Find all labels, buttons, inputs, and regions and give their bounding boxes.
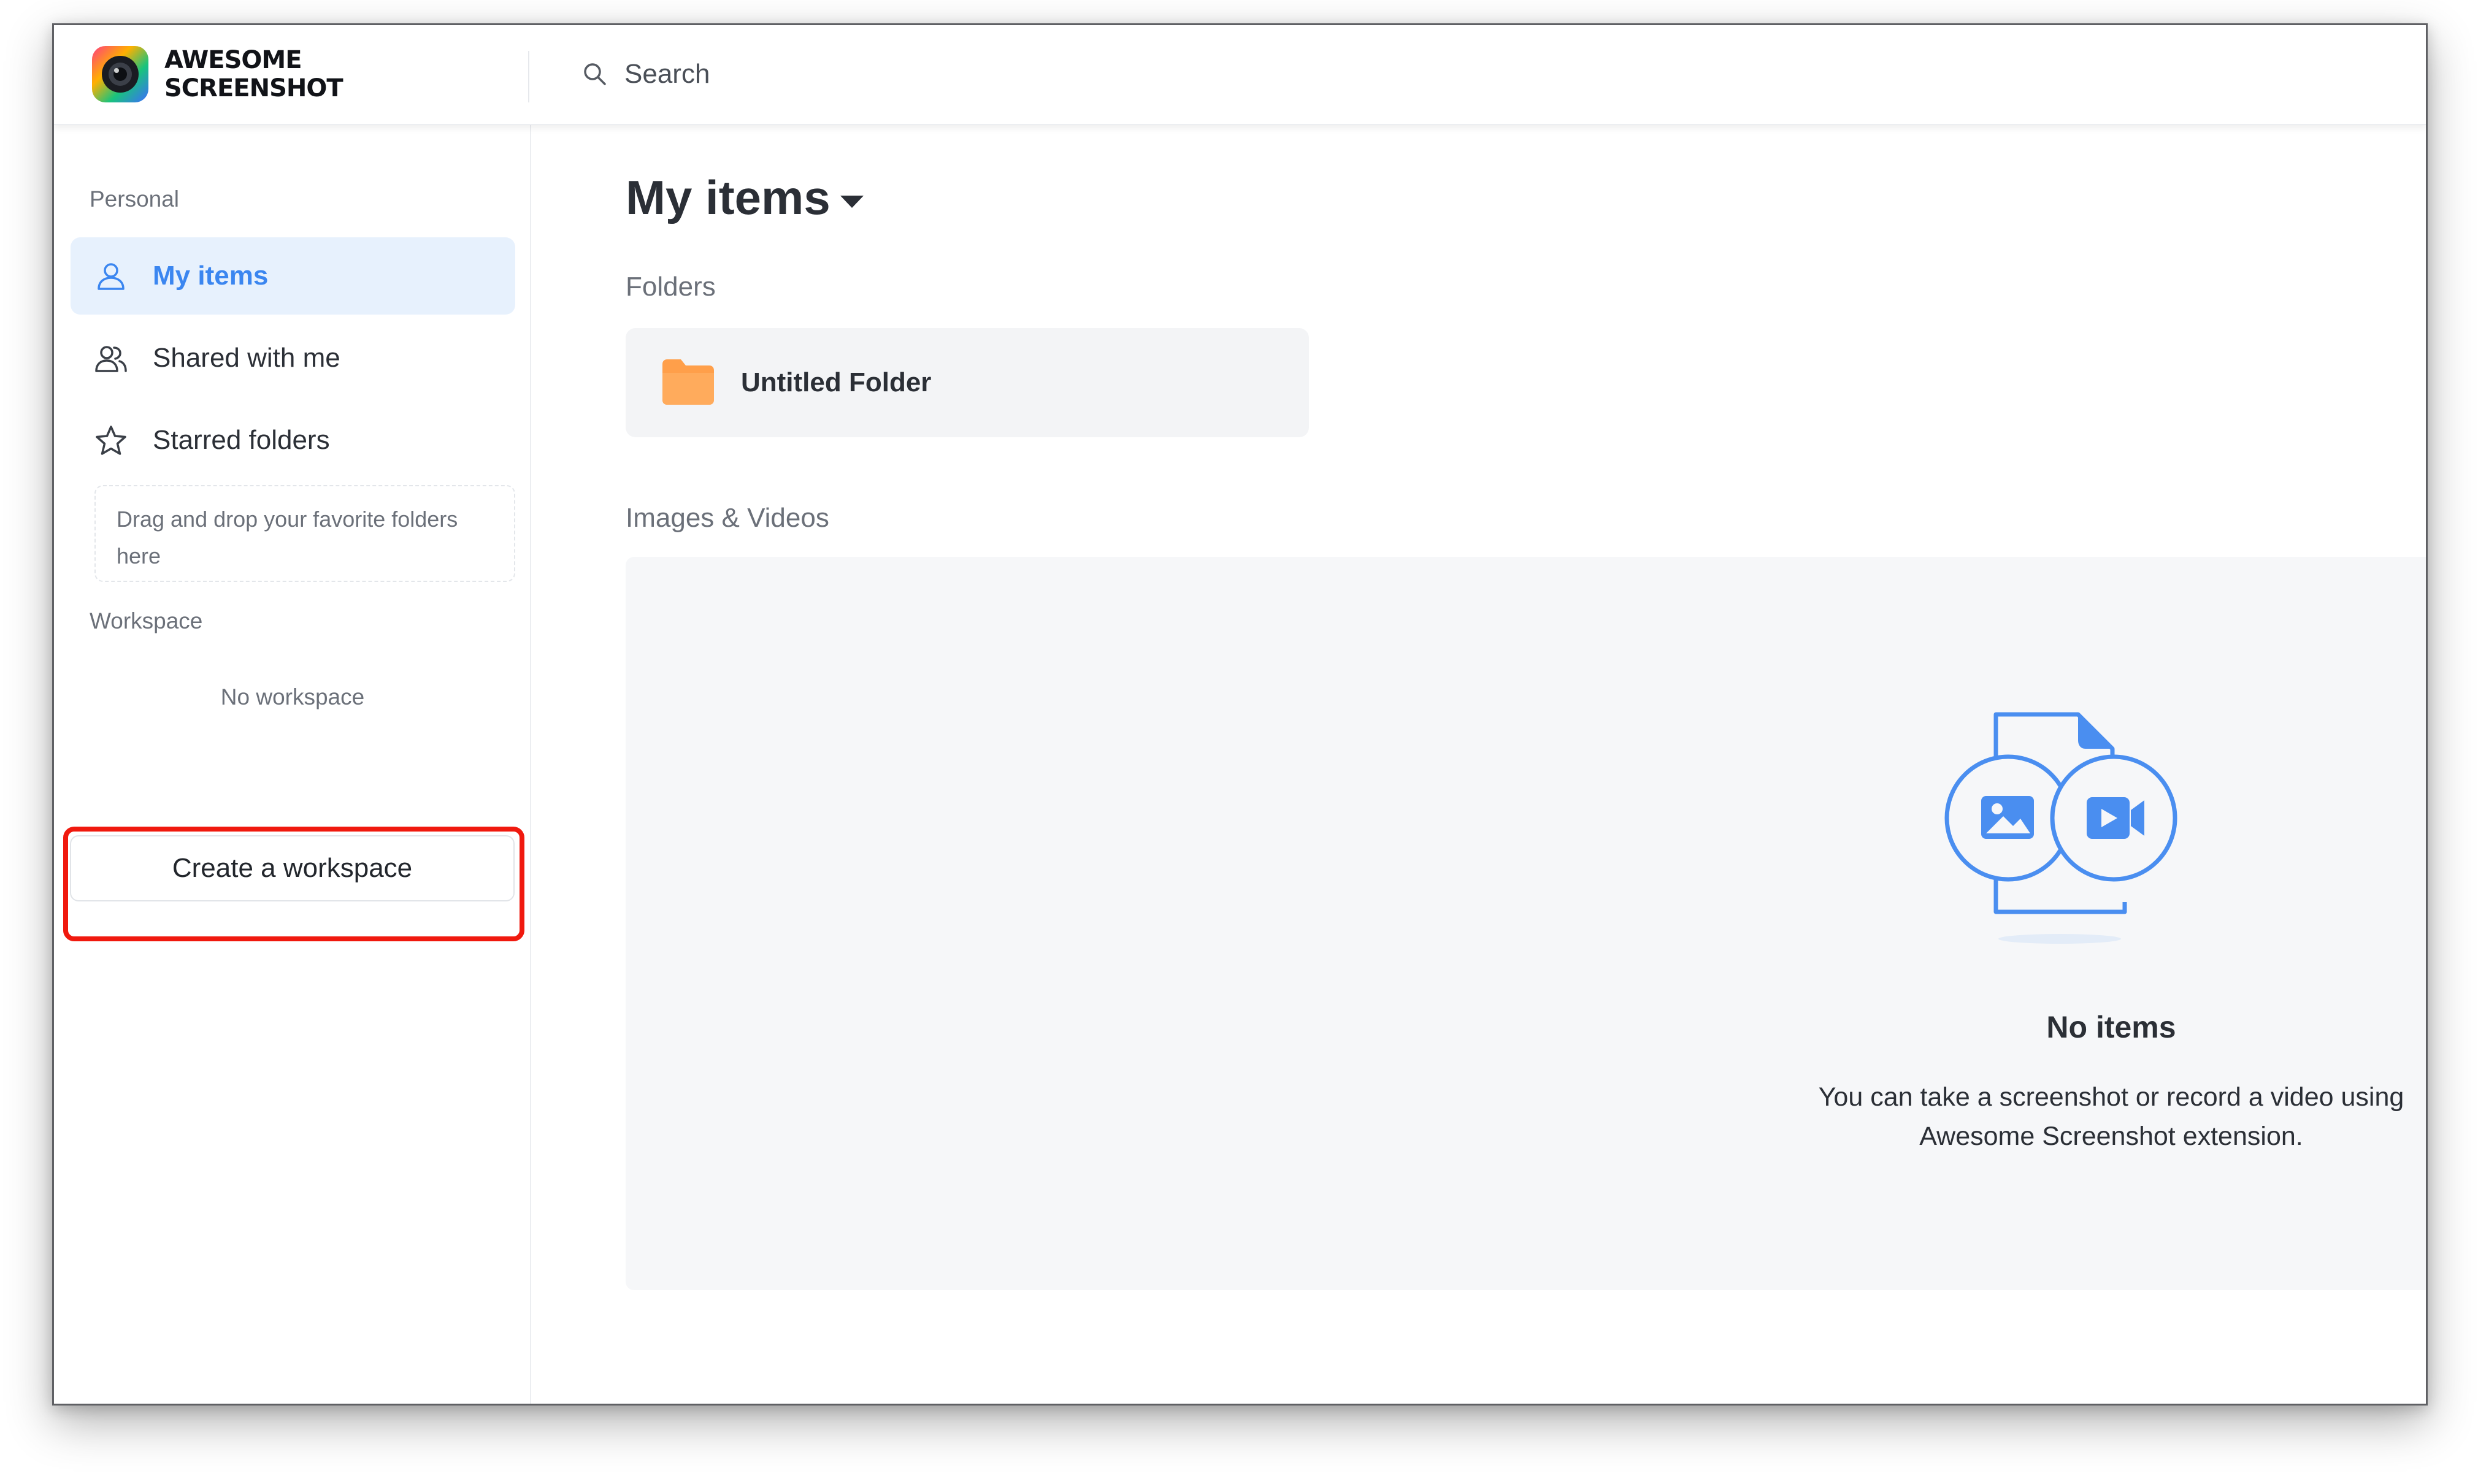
folder-name: Untitled Folder (741, 367, 932, 397)
page-title: My items (626, 170, 830, 224)
empty-media-illustration-icon (1944, 712, 2177, 944)
caret-down-icon (840, 196, 864, 208)
search-input[interactable] (624, 56, 1483, 93)
empty-state-description: You can take a screenshot or record a vi… (1818, 1082, 2404, 1151)
app-window: AWESOME SCREENSHOT Personal My items (52, 23, 2428, 1406)
user-icon (98, 263, 125, 290)
folders-section-label: Folders (626, 272, 716, 302)
favorite-folders-drop-zone[interactable]: Drag and drop your favorite folders here (94, 485, 515, 582)
section-label-workspace: Workspace (90, 608, 203, 633)
empty-state-title: No items (2046, 1010, 2176, 1044)
sidebar: Personal My items Shared with me Starred… (54, 125, 531, 1404)
create-workspace-button[interactable]: Create a workspace (70, 835, 515, 901)
folder-icon (662, 359, 714, 405)
images-videos-section-label: Images & Videos (626, 503, 829, 533)
sidebar-item-shared-with-me[interactable]: Shared with me (71, 319, 515, 397)
users-icon (95, 346, 127, 372)
search-icon (584, 63, 606, 85)
folder-card[interactable]: Untitled Folder (626, 328, 1309, 437)
sidebar-item-my-items[interactable]: My items (71, 237, 515, 315)
section-label-personal: Personal (90, 186, 180, 212)
sidebar-item-label: Starred folders (153, 425, 330, 455)
top-header: AWESOME SCREENSHOT (54, 25, 2426, 125)
header-divider (528, 51, 529, 102)
sidebar-item-label: My items (153, 261, 269, 291)
sidebar-item-starred-folders[interactable]: Starred folders (71, 402, 515, 479)
brand-name: AWESOME SCREENSHOT (164, 46, 343, 102)
sidebar-item-label: Shared with me (153, 343, 340, 373)
page-title-dropdown[interactable]: My items (626, 168, 865, 227)
app-logo-icon[interactable] (91, 45, 150, 104)
star-icon (96, 426, 126, 455)
no-workspace-text: No workspace (220, 684, 365, 709)
